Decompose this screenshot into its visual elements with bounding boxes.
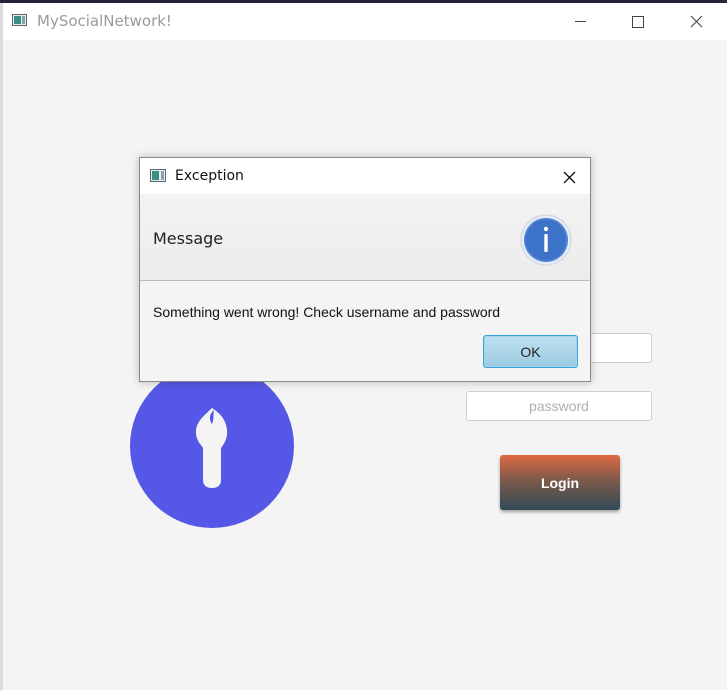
minimize-icon (574, 21, 586, 22)
dialog-titlebar[interactable]: Exception (140, 158, 590, 194)
dialog-title: Exception (175, 168, 244, 184)
dialog-message: Something went wrong! Check username and… (153, 304, 501, 320)
key-icon (195, 408, 228, 488)
password-input[interactable] (466, 391, 652, 421)
minimize-button[interactable] (551, 3, 609, 40)
close-icon (563, 171, 575, 183)
app-icon (12, 14, 27, 26)
dialog-header-text: Message (153, 229, 224, 248)
window-titlebar[interactable]: MySocialNetwork! (3, 3, 727, 40)
info-icon (520, 214, 572, 266)
maximize-button[interactable] (609, 3, 667, 40)
close-icon (690, 15, 702, 28)
ok-button[interactable]: OK (483, 335, 578, 368)
close-button[interactable] (667, 3, 725, 40)
maximize-icon (632, 15, 644, 28)
dialog-app-icon (150, 169, 166, 182)
app-logo (130, 364, 294, 528)
exception-dialog: Exception Message Something went wrong! … (139, 157, 591, 382)
dialog-header: Message (140, 194, 590, 281)
window-title: MySocialNetwork! (37, 12, 172, 30)
login-button[interactable]: Login (500, 455, 620, 510)
dialog-close-button[interactable] (552, 164, 586, 190)
